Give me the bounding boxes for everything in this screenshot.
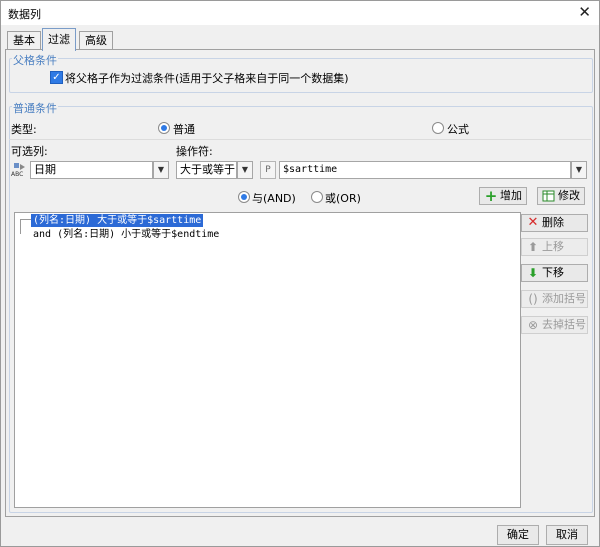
ok-button[interactable]: 确定	[497, 525, 539, 545]
tab-basic[interactable]: 基本	[7, 31, 41, 50]
type-normal-label: 普通	[173, 123, 195, 136]
remove-bracket-label: 去掉括号	[542, 318, 586, 331]
dialog-window: 数据列 ✕ 基本 过滤 高级 父格条件 ✓ 将父格子作为过滤条件(适用于父子格来…	[0, 0, 600, 547]
arrow-down-icon: ⬇	[527, 266, 539, 280]
plus-icon: +	[484, 187, 498, 205]
operator-select[interactable]: 大于或等于	[176, 161, 237, 179]
arrow-up-icon: ⬆	[527, 240, 539, 254]
text-type-icon[interactable]: ABC	[11, 161, 29, 178]
operator-label: 操作符:	[176, 145, 213, 158]
window-title: 数据列	[8, 8, 41, 21]
add-button[interactable]: + 增加	[479, 187, 527, 205]
move-down-button[interactable]: ⬇ 下移	[521, 264, 588, 282]
parent-filter-label: 将父格子作为过滤条件(适用于父子格来自于同一个数据集)	[65, 72, 349, 85]
move-up-label: 上移	[542, 240, 564, 253]
filter-panel: 父格条件 ✓ 将父格子作为过滤条件(适用于父子格来自于同一个数据集) 普通条件 …	[5, 49, 595, 517]
normal-condition-title: 普通条件	[12, 100, 58, 116]
parameter-input[interactable]: $sarttime	[279, 161, 571, 179]
bracket-icon: ()	[528, 292, 538, 306]
divider	[9, 139, 591, 140]
modify-button-label: 修改	[558, 189, 580, 202]
column-label: 可选列:	[11, 145, 48, 158]
tab-filter[interactable]: 过滤	[42, 28, 76, 51]
modify-button[interactable]: 修改	[537, 187, 585, 205]
logic-and-radio[interactable]	[238, 191, 250, 203]
edit-table-icon	[542, 189, 556, 203]
move-down-label: 下移	[542, 266, 564, 279]
column-dropdown-icon[interactable]: ▼	[153, 161, 169, 179]
remove-bracket-button[interactable]: ⊗ 去掉括号	[521, 316, 588, 334]
type-normal-radio[interactable]	[158, 122, 170, 134]
add-button-label: 增加	[500, 189, 522, 202]
title-bar: 数据列 ✕	[1, 1, 599, 25]
logic-or-radio[interactable]	[311, 191, 323, 203]
type-formula-label: 公式	[447, 123, 469, 136]
condition-row[interactable]: and (列名:日期) 小于或等于$endtime	[33, 228, 219, 241]
condition-row[interactable]: (列名:日期) 大于或等于$sarttime	[31, 214, 204, 227]
remove-bracket-icon: ⊗	[527, 318, 539, 332]
type-formula-radio[interactable]	[432, 122, 444, 134]
parameter-dropdown-icon[interactable]: ▼	[571, 161, 587, 179]
logic-and-label: 与(AND)	[252, 192, 296, 205]
operator-dropdown-icon[interactable]: ▼	[237, 161, 253, 179]
column-select[interactable]: 日期	[30, 161, 153, 179]
add-bracket-button[interactable]: () 添加括号	[521, 290, 588, 308]
delete-button-label: 删除	[542, 216, 564, 229]
parent-filter-checkbox[interactable]: ✓	[50, 71, 63, 84]
tab-advanced[interactable]: 高级	[79, 31, 113, 50]
parent-condition-title: 父格条件	[12, 52, 58, 68]
svg-text:ABC: ABC	[11, 171, 23, 177]
type-label: 类型:	[11, 123, 37, 136]
delete-button[interactable]: ✕ 删除	[521, 214, 588, 232]
logic-or-label: 或(OR)	[325, 192, 361, 205]
close-icon[interactable]: ✕	[578, 4, 591, 20]
tree-line-icon	[20, 219, 31, 234]
condition-list[interactable]: (列名:日期) 大于或等于$sarttime and (列名:日期) 小于或等于…	[14, 212, 521, 508]
cancel-button[interactable]: 取消	[546, 525, 588, 545]
delete-x-icon: ✕	[527, 215, 539, 230]
add-bracket-label: 添加括号	[542, 292, 586, 305]
parameter-icon[interactable]: P	[260, 161, 276, 179]
move-up-button[interactable]: ⬆ 上移	[521, 238, 588, 256]
